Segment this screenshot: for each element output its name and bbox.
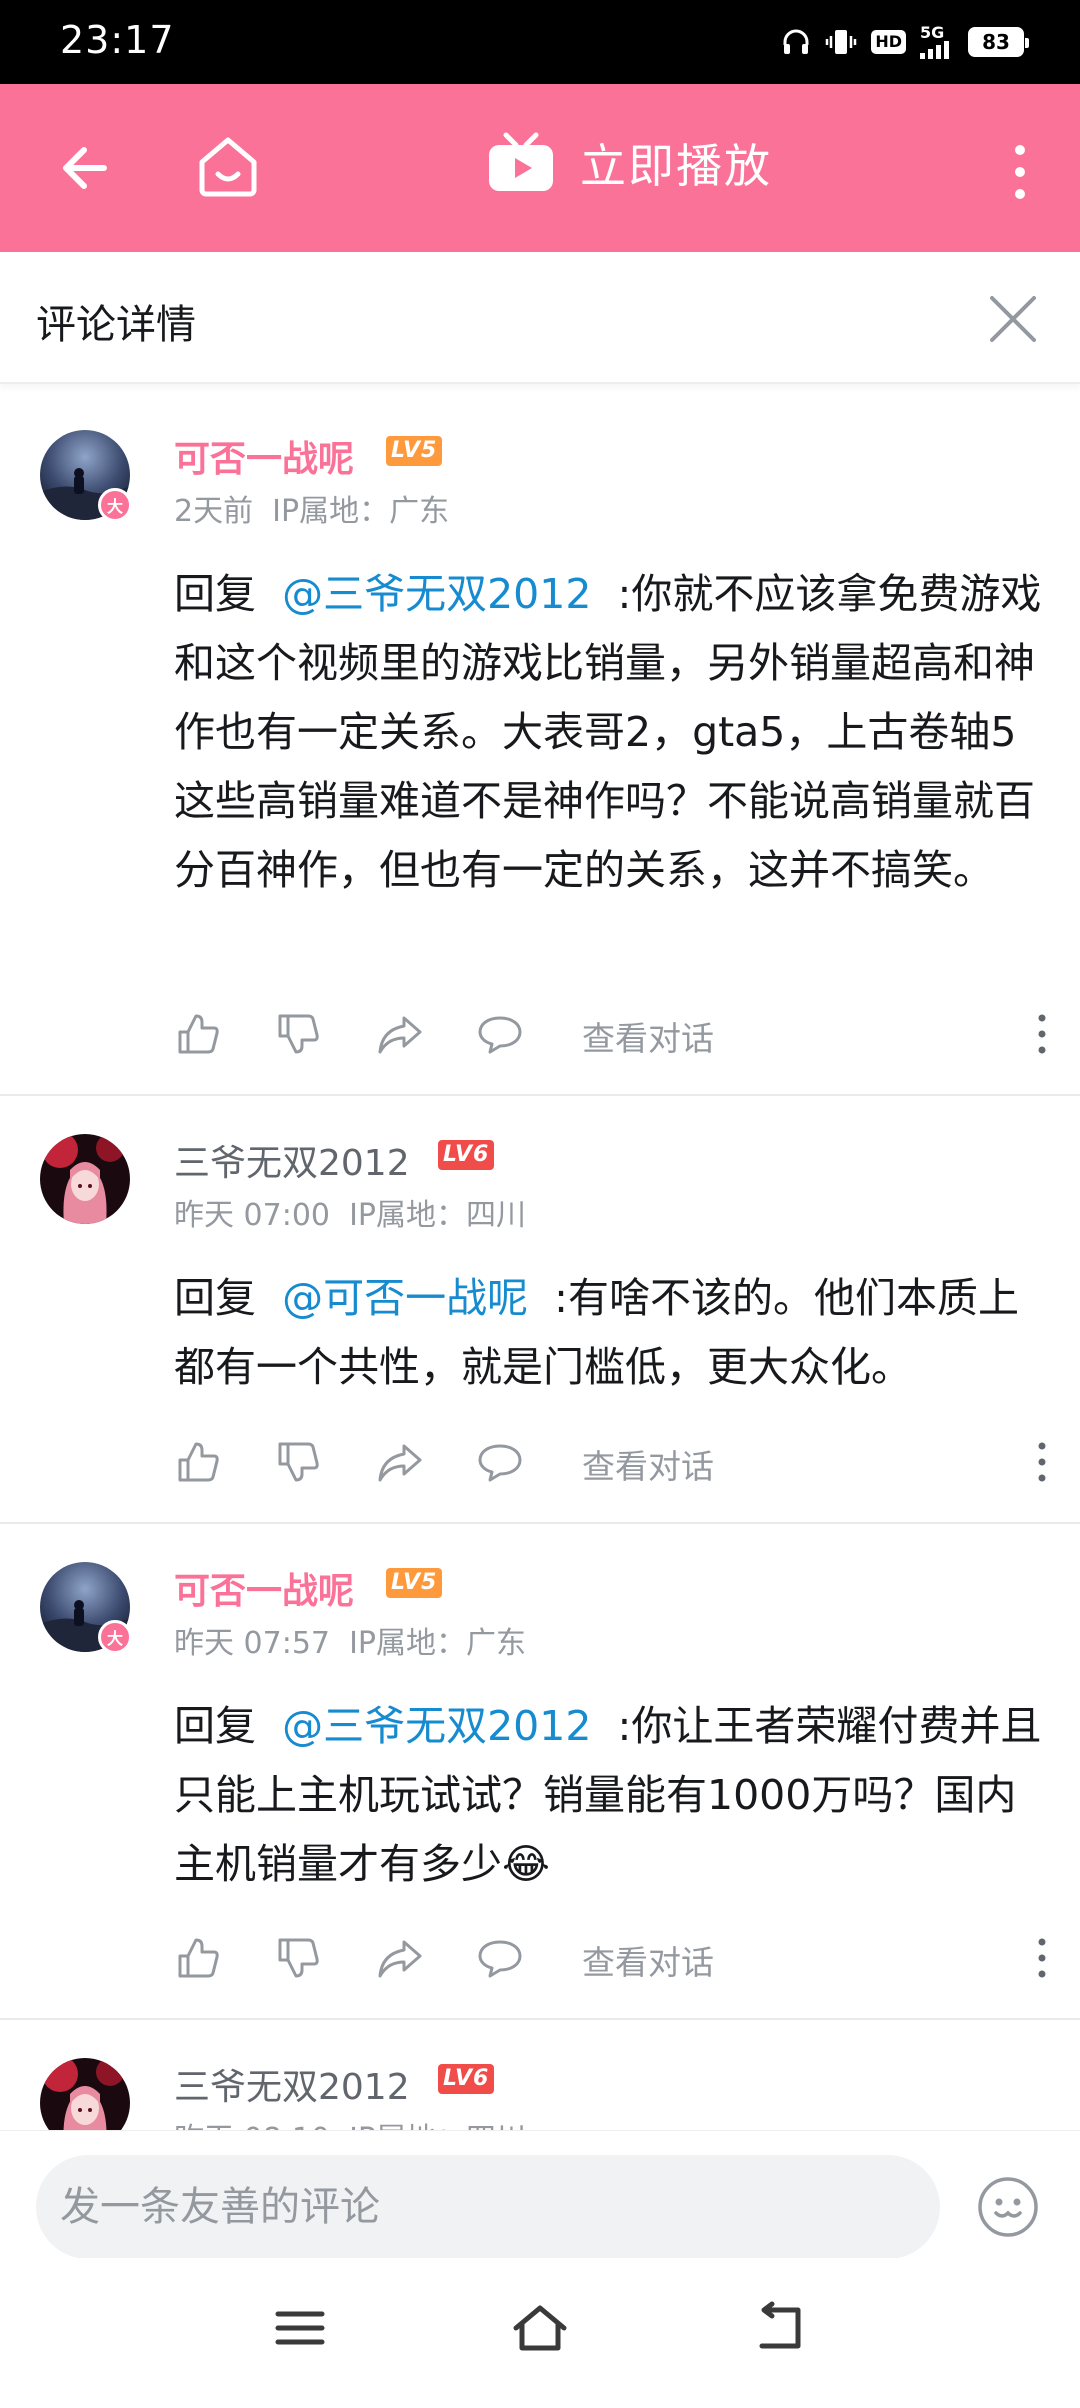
system-nav-bar xyxy=(0,2258,1080,2408)
comment-username[interactable]: 可否一战呢 xyxy=(174,430,354,482)
signal-group: 5G xyxy=(920,25,954,59)
share-icon[interactable] xyxy=(376,1010,424,1058)
comment-text: 回复 @三爷无双2012 :你让王者荣耀付费并且只能上主机玩试试？销量能有100… xyxy=(174,1692,1044,1899)
signal-icon xyxy=(920,41,949,59)
vibrate-icon xyxy=(826,30,857,54)
comment-username[interactable]: 三爷无双2012 xyxy=(174,1134,410,1186)
emoji-face-icon[interactable] xyxy=(976,2175,1040,2239)
comment-list[interactable]: 大 可否一战呢 LV5 2天前 IP属地：广东 回复 @三爷无双2012 :你就… xyxy=(0,392,1080,2130)
more-vertical-icon[interactable] xyxy=(1034,1012,1050,1056)
status-icons: HD 5G 83 xyxy=(781,22,1029,62)
tv-play-icon xyxy=(489,132,553,191)
play-now-label: 立即播放 xyxy=(580,139,772,193)
comment-actions: 查看对话 xyxy=(174,1004,1046,1064)
level-badge: LV5 xyxy=(386,1568,443,1598)
comment-ip-location: IP属地：四川 xyxy=(349,1198,527,1233)
comment-meta: 昨天 07:00 IP属地：四川 xyxy=(174,1190,526,1234)
comment-input[interactable]: 发一条友善的评论 xyxy=(36,2155,940,2259)
mention-link[interactable]: @三爷无双2012 xyxy=(282,1702,591,1750)
comment-bubble-icon[interactable] xyxy=(476,1438,524,1486)
comment-time: 昨天 08:10 xyxy=(174,2122,330,2130)
reply-prefix: 回复 xyxy=(174,1274,256,1322)
back-icon[interactable] xyxy=(750,2298,810,2358)
battery-icon: 83 xyxy=(968,27,1029,57)
home-tv-icon[interactable] xyxy=(192,130,264,202)
comment-item: 大 可否一战呢 LV5 2天前 IP属地：广东 回复 @三爷无双2012 :你就… xyxy=(0,392,1080,1096)
premium-member-badge: 大 xyxy=(98,1620,132,1654)
network-type: 5G xyxy=(920,23,945,42)
share-icon[interactable] xyxy=(376,1438,424,1486)
view-conversation-link[interactable]: 查看对话 xyxy=(582,1440,714,1488)
status-bar: 23:17 HD 5G 83 xyxy=(0,0,1080,84)
comment-actions: 查看对话 xyxy=(174,1928,1046,1988)
laugh-cry-emoji: 😂 xyxy=(502,1840,550,1888)
dislike-icon[interactable] xyxy=(274,1010,322,1058)
reply-prefix: 回复 xyxy=(174,570,256,618)
headphones-icon xyxy=(783,29,809,54)
level-badge: LV6 xyxy=(438,2064,495,2094)
level-badge: LV5 xyxy=(386,436,443,466)
view-conversation-link[interactable]: 查看对话 xyxy=(582,1936,714,1984)
mention-link[interactable]: @可否一战呢 xyxy=(282,1274,528,1322)
comment-time: 昨天 07:57 xyxy=(174,1626,330,1661)
level-badge: LV6 xyxy=(438,1140,495,1170)
comment-actions: 查看对话 xyxy=(174,1432,1046,1492)
like-icon[interactable] xyxy=(174,1010,222,1058)
reply-prefix: 回复 xyxy=(174,1702,256,1750)
comment-bubble-icon[interactable] xyxy=(476,1010,524,1058)
comment-input-bar: 发一条友善的评论 xyxy=(0,2130,1080,2259)
comment-time: 2天前 xyxy=(174,494,254,529)
back-arrow-icon[interactable] xyxy=(54,136,118,200)
hd-badge: HD xyxy=(871,30,906,54)
view-conversation-link[interactable]: 查看对话 xyxy=(582,1012,714,1060)
comment-bubble-icon[interactable] xyxy=(476,1934,524,1982)
like-icon[interactable] xyxy=(174,1934,222,1982)
avatar[interactable] xyxy=(40,1134,130,1224)
dislike-icon[interactable] xyxy=(274,1934,322,1982)
comment-text: 回复 @三爷无双2012 :你就不应该拿免费游戏和这个视频里的游戏比销量，另外销… xyxy=(174,560,1044,905)
mention-link[interactable]: @三爷无双2012 xyxy=(282,570,591,618)
comment-username[interactable]: 可否一战呢 xyxy=(174,1562,354,1614)
close-icon[interactable] xyxy=(986,292,1040,346)
home-icon[interactable] xyxy=(510,2298,570,2358)
like-icon[interactable] xyxy=(174,1438,222,1486)
premium-member-badge: 大 xyxy=(98,488,132,522)
avatar-anime-girl-image xyxy=(40,2058,130,2130)
comment-ip-location: IP属地：四川 xyxy=(349,2122,526,2130)
comment-ip-location: IP属地：广东 xyxy=(349,1626,527,1661)
status-time: 23:17 xyxy=(60,18,175,62)
dislike-icon[interactable] xyxy=(274,1438,322,1486)
page-title: 评论详情 xyxy=(36,302,196,348)
comment-item: 大 可否一战呢 LV5 昨天 07:57 IP属地：广东 回复 @三爷无双201… xyxy=(0,1524,1080,2020)
comment-content: :你就不应该拿免费游戏和这个视频里的游戏比销量，另外销量超高和神作也有一定关系。… xyxy=(174,570,1042,894)
comment-detail-header: 评论详情 xyxy=(0,252,1080,384)
more-vertical-icon[interactable] xyxy=(1008,142,1032,202)
menu-icon[interactable] xyxy=(270,2298,330,2358)
play-now-button[interactable]: 立即播放 xyxy=(486,130,772,196)
avatar-anime-girl-image xyxy=(40,1134,130,1224)
top-app-bar: 立即播放 xyxy=(0,84,1080,252)
comment-meta: 昨天 07:57 IP属地：广东 xyxy=(174,1618,526,1662)
comment-item: 三爷无双2012 LV6 昨天 08:10 IP属地：四川 xyxy=(0,2020,1080,2130)
comment-ip-location: IP属地：广东 xyxy=(272,494,450,529)
more-vertical-icon[interactable] xyxy=(1034,1440,1050,1484)
more-vertical-icon[interactable] xyxy=(1034,1936,1050,1980)
share-icon[interactable] xyxy=(376,1934,424,1982)
battery-level: 83 xyxy=(982,30,1010,54)
comment-meta: 2天前 IP属地：广东 xyxy=(174,486,449,530)
comment-meta: 昨天 08:10 IP属地：四川 xyxy=(174,2114,526,2130)
avatar[interactable] xyxy=(40,2058,130,2130)
comment-username[interactable]: 三爷无双2012 xyxy=(174,2058,410,2110)
comment-text: 回复 @可否一战呢 :有啥不该的。他们本质上都有一个共性，就是门槛低，更大众化。 xyxy=(174,1264,1044,1402)
comment-time: 昨天 07:00 xyxy=(174,1198,330,1233)
comment-item: 三爷无双2012 LV6 昨天 07:00 IP属地：四川 回复 @可否一战呢 … xyxy=(0,1096,1080,1524)
